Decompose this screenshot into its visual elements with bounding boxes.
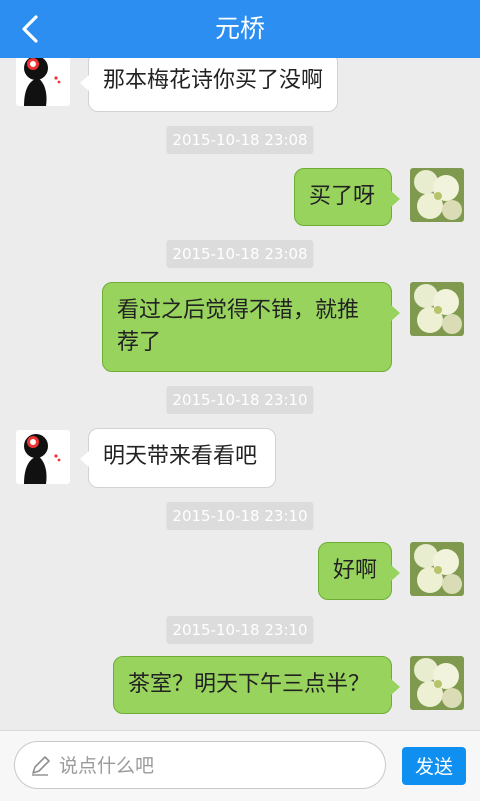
- my-avatar[interactable]: [410, 168, 464, 222]
- message-timestamp: 2015-10-18 23:08: [166, 240, 314, 268]
- message-text: 那本梅花诗你买了没啊: [103, 68, 324, 93]
- message-timestamp: 2015-10-18 23:08: [166, 126, 314, 154]
- message-input-wrapper[interactable]: [14, 741, 386, 789]
- message-outgoing[interactable]: 茶室？明天下午三点半？: [113, 656, 400, 714]
- message-outgoing[interactable]: 好啊: [318, 542, 400, 600]
- message-timestamp: 2015-10-18 23:10: [166, 386, 314, 414]
- message-text: 看过之后觉得不错，就推荐了: [117, 298, 360, 355]
- my-avatar[interactable]: [410, 542, 464, 596]
- contact-avatar[interactable]: [16, 430, 70, 484]
- my-avatar[interactable]: [410, 656, 464, 710]
- message-text: 买了呀: [309, 184, 376, 209]
- contact-avatar[interactable]: [16, 58, 70, 106]
- message-incoming[interactable]: 明天带来看看吧: [80, 428, 276, 488]
- top-bar: 元桥: [0, 0, 480, 58]
- chat-list[interactable]: 那本梅花诗你买了没啊 2015-10-18 23:08 买了呀 2015-10-…: [0, 58, 480, 730]
- chat-title: 元桥: [214, 14, 265, 43]
- message-outgoing[interactable]: 看过之后觉得不错，就推荐了: [102, 282, 400, 372]
- message-text: 茶室？明天下午三点半？: [128, 672, 371, 697]
- message-text: 好啊: [333, 558, 378, 583]
- message-incoming[interactable]: 那本梅花诗你买了没啊: [79, 58, 339, 112]
- composer-bar: 发送: [0, 730, 480, 801]
- message-input[interactable]: [57, 750, 371, 782]
- pencil-icon: [32, 756, 50, 776]
- message-timestamp: 2015-10-18 23:10: [166, 502, 314, 530]
- message-timestamp: 2015-10-18 23:10: [166, 616, 314, 644]
- send-button[interactable]: 发送: [402, 747, 466, 785]
- message-outgoing[interactable]: 买了呀: [294, 168, 400, 226]
- my-avatar[interactable]: [410, 282, 464, 336]
- message-text: 明天带来看看吧: [103, 444, 258, 469]
